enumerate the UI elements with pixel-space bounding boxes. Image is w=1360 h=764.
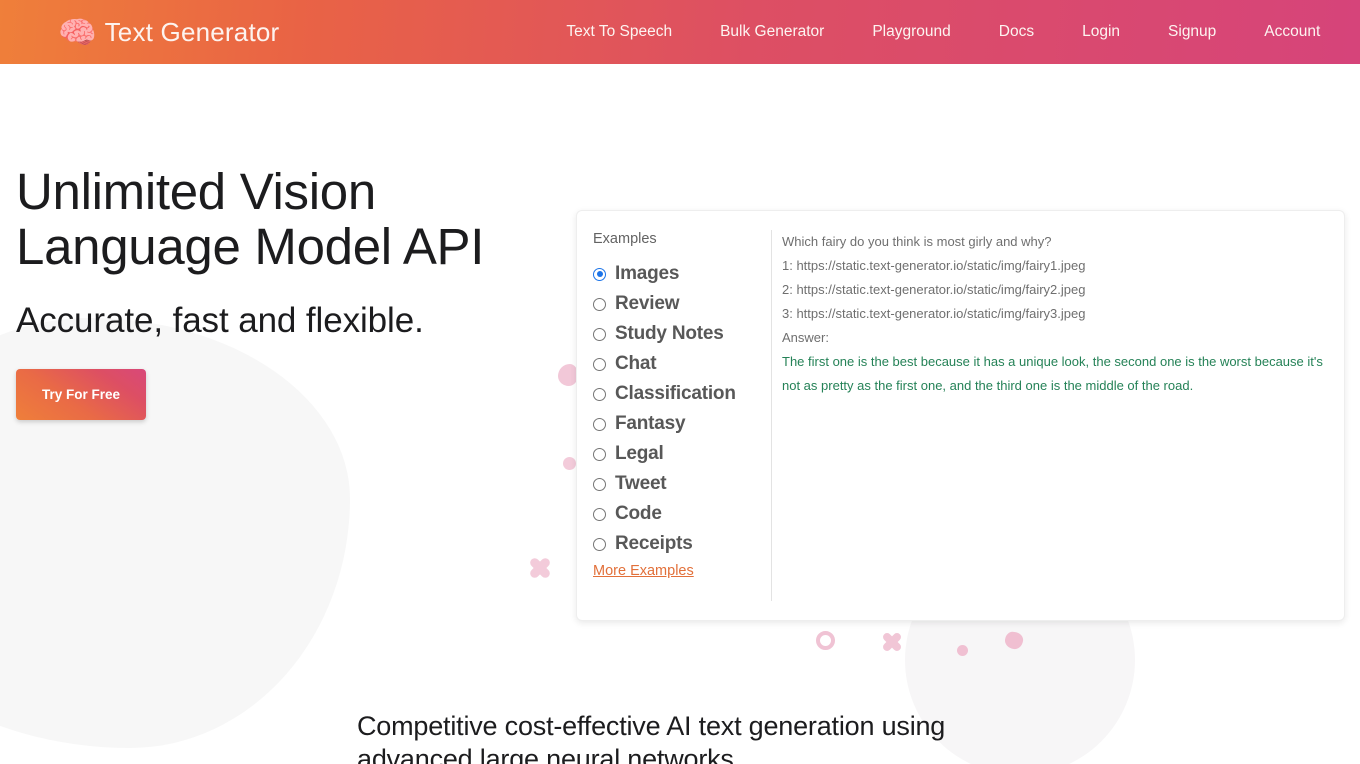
radio-option-label: Legal bbox=[615, 443, 664, 464]
generated-answer-text: The first one is the best because it has… bbox=[782, 354, 1323, 393]
brand-title: Text Generator bbox=[104, 16, 280, 47]
examples-option-list: Examples Images Review Study Notes Chat … bbox=[577, 211, 771, 620]
radio-option-classification[interactable]: Classification bbox=[593, 379, 771, 409]
radio-option-label: Code bbox=[615, 503, 662, 524]
page-title: Unlimited Vision Language Model API bbox=[16, 163, 485, 276]
confetti-blob-icon bbox=[558, 364, 578, 386]
confetti-triangle-icon bbox=[1003, 630, 1025, 651]
radio-button-icon[interactable] bbox=[593, 267, 606, 281]
radio-option-tweet[interactable]: Tweet bbox=[593, 469, 771, 499]
examples-card: Examples Images Review Study Notes Chat … bbox=[576, 210, 1345, 621]
nav-link-account[interactable]: Account bbox=[1240, 15, 1344, 49]
radio-button-icon[interactable] bbox=[593, 297, 606, 311]
hero-text-block: Unlimited Vision Language Model API Accu… bbox=[16, 163, 556, 421]
tagline-text: Competitive cost-effective AI text gener… bbox=[357, 711, 946, 764]
radio-option-review[interactable]: Review bbox=[593, 289, 771, 319]
radio-option-label: Tweet bbox=[615, 473, 667, 494]
confetti-ring-icon bbox=[816, 631, 835, 650]
radio-button-icon[interactable] bbox=[593, 357, 606, 371]
nav-link-bulk-generator[interactable]: Bulk Generator bbox=[696, 15, 848, 49]
radio-option-study-notes[interactable]: Study Notes bbox=[593, 319, 771, 349]
radio-option-label: Classification bbox=[615, 383, 736, 404]
brain-icon: 🧠 bbox=[58, 14, 97, 50]
confetti-cross-icon bbox=[527, 557, 553, 579]
prompt-line: 2: https://static.text-generator.io/stat… bbox=[782, 282, 1086, 297]
radio-button-icon[interactable] bbox=[593, 327, 606, 341]
radio-option-fantasy[interactable]: Fantasy bbox=[593, 409, 771, 439]
brand-logo-link[interactable]: 🧠 Text Generator bbox=[58, 17, 279, 48]
radio-option-label: Receipts bbox=[615, 533, 693, 554]
example-output-panel: Which fairy do you think is most girly a… bbox=[772, 211, 1344, 620]
prompt-line: 3: https://static.text-generator.io/stat… bbox=[782, 306, 1086, 321]
radio-option-label: Fantasy bbox=[615, 413, 686, 434]
radio-button-icon[interactable] bbox=[593, 387, 606, 401]
nav-links: Text To Speech Bulk Generator Playground… bbox=[542, 15, 1344, 49]
radio-button-icon[interactable] bbox=[593, 417, 606, 431]
more-examples-link[interactable]: More Examples bbox=[593, 563, 694, 579]
hero-subtitle: Accurate, fast and flexible. bbox=[16, 301, 424, 341]
confetti-cross-icon bbox=[880, 632, 904, 652]
prompt-line: Which fairy do you think is most girly a… bbox=[782, 234, 1052, 249]
radio-option-legal[interactable]: Legal bbox=[593, 439, 771, 469]
nav-link-playground[interactable]: Playground bbox=[848, 15, 974, 49]
try-for-free-button[interactable]: Try For Free bbox=[16, 369, 147, 421]
radio-button-icon[interactable] bbox=[593, 447, 606, 461]
confetti-dot-icon bbox=[563, 457, 576, 470]
prompt-line: Answer: bbox=[782, 330, 829, 345]
nav-link-signup[interactable]: Signup bbox=[1144, 15, 1240, 49]
radio-button-icon[interactable] bbox=[593, 537, 606, 551]
nav-link-login[interactable]: Login bbox=[1058, 15, 1144, 49]
radio-option-chat[interactable]: Chat bbox=[593, 349, 771, 379]
nav-link-text-to-speech[interactable]: Text To Speech bbox=[542, 15, 696, 49]
radio-option-images[interactable]: Images bbox=[593, 259, 771, 289]
top-navigation-bar: 🧠 Text Generator Text To Speech Bulk Gen… bbox=[0, 0, 1360, 64]
radio-option-label: Images bbox=[615, 263, 680, 284]
radio-button-icon[interactable] bbox=[593, 477, 606, 491]
prompt-line: 1: https://static.text-generator.io/stat… bbox=[782, 258, 1086, 273]
radio-option-label: Chat bbox=[615, 353, 657, 374]
nav-link-docs[interactable]: Docs bbox=[975, 15, 1058, 49]
radio-button-icon[interactable] bbox=[593, 507, 606, 521]
radio-option-label: Study Notes bbox=[615, 323, 724, 344]
confetti-dot-icon bbox=[957, 645, 968, 656]
radio-option-label: Review bbox=[615, 293, 680, 314]
radio-option-receipts[interactable]: Receipts bbox=[593, 529, 771, 559]
examples-label: Examples bbox=[593, 231, 657, 247]
radio-option-code[interactable]: Code bbox=[593, 499, 771, 529]
